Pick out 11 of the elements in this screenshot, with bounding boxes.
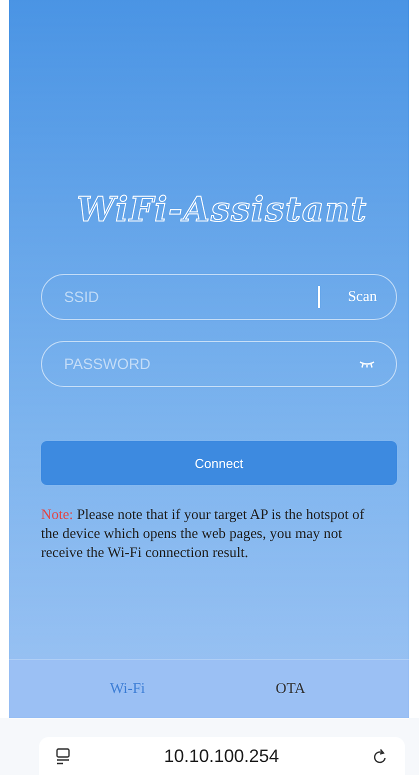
address-bar[interactable]: 10.10.100.254 xyxy=(39,737,405,775)
connect-button[interactable]: Connect xyxy=(41,441,397,485)
reload-icon[interactable] xyxy=(373,748,387,764)
app-title: WiFi-Assistant xyxy=(76,190,368,230)
tab[interactable]: Wi-Fi xyxy=(9,660,212,718)
scan-button[interactable]: Scan xyxy=(342,288,383,306)
tab[interactable]: OTA xyxy=(212,660,409,718)
password-field[interactable]: PASSWORD xyxy=(41,341,397,387)
note-text: Note: Please note that if your target AP is the hotspot of the device which opens the web pages, you may not receive the Wi-Fi connection result. xyxy=(41,506,366,563)
url-text: 10.10.100.254 xyxy=(164,746,280,766)
page-menu-icon[interactable] xyxy=(56,748,70,764)
